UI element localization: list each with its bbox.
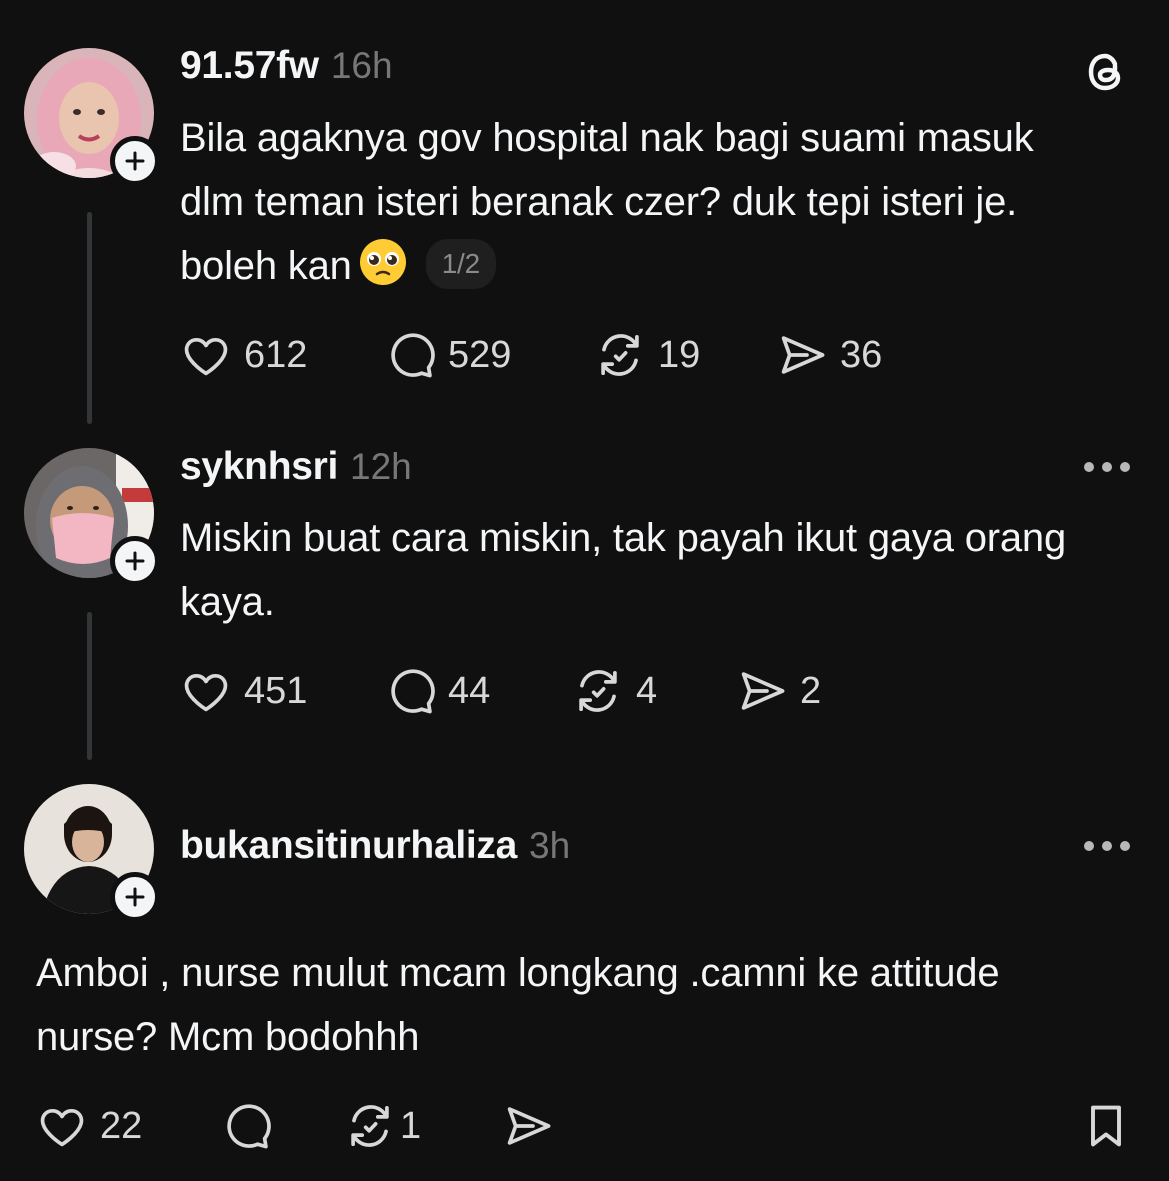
reply-button[interactable]: 529 — [384, 327, 511, 383]
heart-icon — [180, 665, 232, 717]
more-options-icon[interactable] — [1084, 839, 1130, 853]
bookmark-icon — [1091, 1105, 1121, 1147]
repost-count: 19 — [658, 333, 701, 376]
plus-icon — [123, 149, 147, 173]
like-count: 612 — [244, 333, 308, 376]
page-indicator[interactable]: 1/2 — [425, 239, 497, 290]
reply-icon — [384, 329, 436, 381]
post-time: 3h — [529, 825, 571, 866]
post-time: 16h — [330, 45, 393, 86]
share-icon — [502, 1100, 554, 1152]
share-icon — [736, 665, 788, 717]
share-count: 36 — [840, 333, 883, 376]
follow-button-bukansitinurhaliza[interactable] — [110, 872, 160, 922]
heart-icon — [180, 329, 232, 381]
post-text: Amboi , nurse mulut mcam longkang .camni… — [36, 951, 1000, 1059]
share-button[interactable] — [502, 1098, 554, 1154]
post-header: 91.57fw 16h — [180, 44, 393, 88]
share-icon — [776, 329, 828, 381]
follow-button-91.57fw[interactable] — [110, 136, 160, 186]
repost-count: 1 — [400, 1104, 422, 1147]
post-header: bukansitinurhaliza 3h — [180, 824, 570, 868]
thread-line — [87, 612, 92, 760]
bookmark-button[interactable] — [1080, 1098, 1132, 1154]
repost-button[interactable]: 1 — [344, 1098, 421, 1154]
post-text: Bila agaknya gov hospital nak bagi suami… — [180, 116, 1034, 290]
like-count: 451 — [244, 669, 308, 712]
reply-button[interactable] — [220, 1098, 272, 1154]
like-button[interactable]: 451 — [180, 663, 307, 719]
repost-icon — [572, 665, 624, 717]
repost-count: 4 — [636, 669, 658, 712]
post-text: Miskin buat cara miskin, tak payah ikut … — [180, 516, 1066, 624]
username[interactable]: 91.57fw — [180, 44, 319, 88]
reply-icon — [220, 1100, 272, 1152]
post-actions: 451 44 4 2 — [180, 663, 880, 719]
post-header: syknhsri 12h — [180, 445, 412, 489]
repost-icon — [344, 1100, 396, 1152]
reply-icon — [384, 665, 436, 717]
post-actions: 612 529 19 36 — [180, 327, 980, 383]
share-button[interactable]: 2 — [736, 663, 821, 719]
more-options-icon[interactable] — [1084, 460, 1130, 474]
reply-count: 44 — [448, 669, 491, 712]
share-button[interactable]: 36 — [776, 327, 882, 383]
reply-count: 529 — [448, 333, 512, 376]
pleading-face-emoji — [359, 239, 406, 286]
username[interactable]: bukansitinurhaliza — [180, 824, 517, 868]
plus-icon — [123, 549, 147, 573]
like-button[interactable]: 612 — [180, 327, 307, 383]
post-time: 12h — [350, 446, 412, 487]
thread-line — [87, 212, 92, 424]
repost-icon — [594, 329, 646, 381]
share-count: 2 — [800, 669, 822, 712]
username[interactable]: syknhsri — [180, 445, 338, 489]
plus-icon — [123, 885, 147, 909]
follow-button-syknhsri[interactable] — [110, 536, 160, 586]
reply-button[interactable]: 44 — [384, 663, 490, 719]
heart-icon — [36, 1100, 88, 1152]
threads-logo-icon[interactable] — [1082, 48, 1130, 96]
like-button[interactable]: 22 — [36, 1098, 142, 1154]
like-count: 22 — [100, 1104, 143, 1147]
repost-button[interactable]: 4 — [572, 663, 657, 719]
repost-button[interactable]: 19 — [594, 327, 700, 383]
post-actions: 22 1 — [36, 1098, 1136, 1154]
